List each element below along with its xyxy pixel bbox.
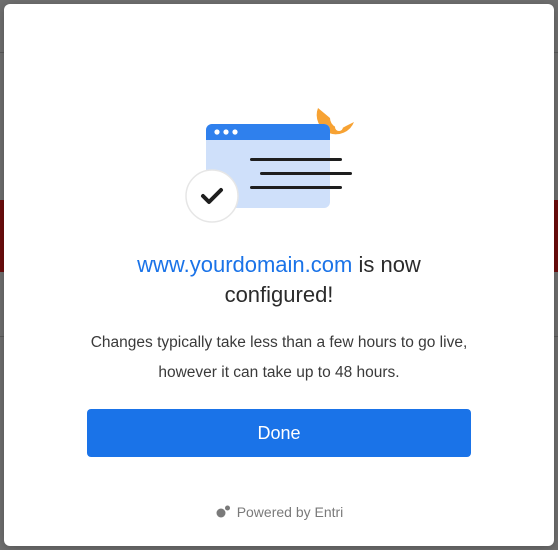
domain-name: www.yourdomain.com [137,252,353,277]
powered-by-footer[interactable]: Powered by Entri [4,504,554,520]
description-text: Changes typically take less than a few h… [90,334,468,381]
browser-window-illustration [185,108,354,223]
status-text-line2: configured! [224,282,334,307]
powered-by-label: Powered by Entri [236,504,344,520]
success-headline: www.yourdomain.com is now configured! [4,250,554,310]
status-text: is now [352,252,421,277]
entri-logo-icon [216,505,230,518]
done-button[interactable]: Done [87,409,471,457]
checkmark-badge [185,169,239,223]
success-dialog: www.yourdomain.com is now configured! Ch… [4,4,554,546]
